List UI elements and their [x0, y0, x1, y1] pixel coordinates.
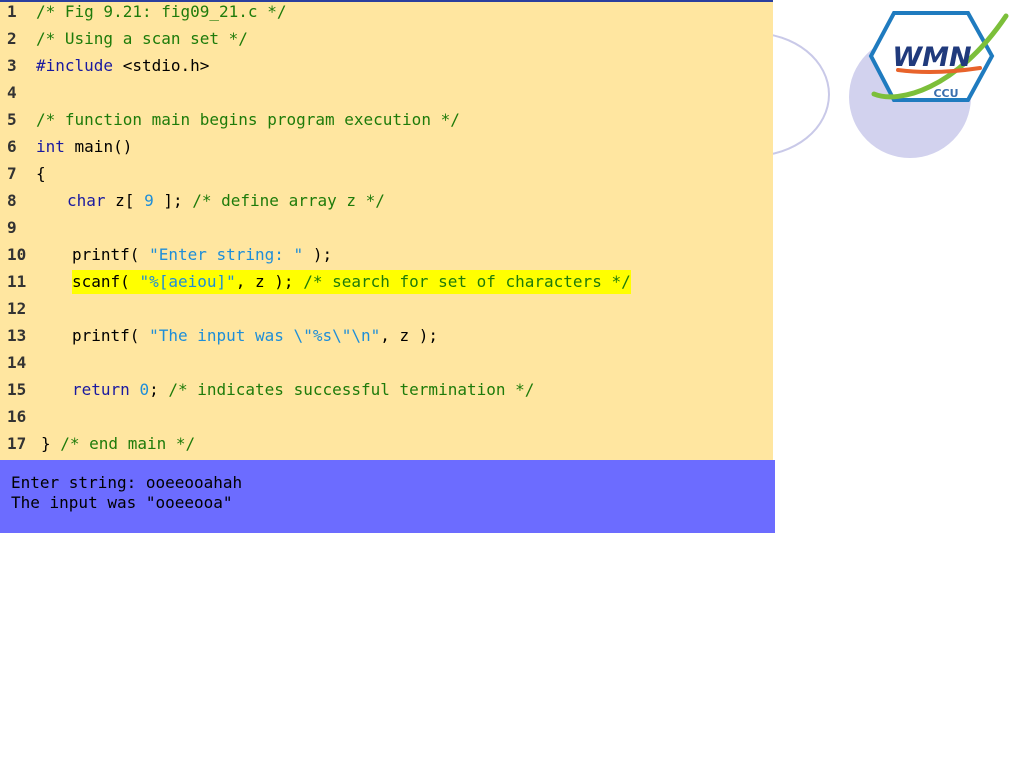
- line-number: 13: [7, 326, 27, 345]
- code-token: , z );: [235, 272, 304, 291]
- line-code: printf( "The input was \"%s\"\n", z );: [72, 324, 438, 348]
- code-token: 0: [139, 380, 150, 399]
- line-code: char z[ 9 ]; /* define array z */: [67, 189, 385, 213]
- code-token: }: [41, 434, 61, 453]
- output-line: Enter string: ooeeooahah: [11, 473, 243, 492]
- code-line: 15 return 0; /* indicates successful ter…: [0, 378, 534, 402]
- line-code: return 0; /* indicates successful termin…: [72, 378, 534, 402]
- line-number: 2: [7, 29, 17, 48]
- line-number: 10: [7, 245, 27, 264]
- line-number: 12: [7, 299, 27, 318]
- code-token: <stdio.h>: [113, 56, 210, 75]
- code-token: /* end main */: [60, 434, 196, 453]
- code-token: main(): [64, 137, 133, 156]
- code-token: #include: [36, 56, 114, 75]
- code-line: 17 } /* end main */: [0, 432, 195, 456]
- code-token: /* indicates successful termination */: [168, 380, 535, 399]
- code-line: 4: [0, 81, 39, 105]
- code-token: 9: [144, 191, 154, 210]
- code-token: printf(: [72, 245, 150, 264]
- line-number: 3: [7, 56, 17, 75]
- code-token: char: [67, 191, 106, 210]
- code-line: 5 /* function main begins program execut…: [0, 108, 460, 132]
- code-token: /* function main begins program executio…: [36, 110, 460, 129]
- code-line: 8 char z[ 9 ]; /* define array z */: [0, 189, 385, 213]
- line-code: {: [36, 162, 46, 186]
- code-token: /* search for set of characters */: [303, 272, 631, 291]
- line-code: /* Fig 9.21: fig09_21.c */: [36, 0, 286, 24]
- line-code: /* function main begins program executio…: [36, 108, 460, 132]
- line-number: 4: [7, 83, 17, 102]
- line-code: #include <stdio.h>: [36, 54, 209, 78]
- code-line: 6 int main(): [0, 135, 132, 159]
- line-number: 8: [7, 191, 17, 210]
- code-token: int: [36, 137, 65, 156]
- code-token: );: [303, 245, 333, 264]
- code-token: , z );: [380, 326, 439, 345]
- code-token: ;: [149, 380, 169, 399]
- code-line: 2 /* Using a scan set */: [0, 27, 248, 51]
- code-line-highlighted: 11 scanf( "%[aeiou]", z ); /* search for…: [0, 270, 631, 294]
- line-number: 16: [7, 407, 27, 426]
- logo-top-text: WMN: [892, 42, 972, 73]
- code-token: z[: [105, 191, 145, 210]
- code-token: "%[aeiou]": [139, 272, 236, 291]
- line-number: 5: [7, 110, 17, 129]
- code-token: return: [72, 380, 130, 399]
- program-output-console: Enter string: ooeeooahah The input was "…: [0, 460, 775, 533]
- code-line: 9: [0, 216, 39, 240]
- code-token: /* define array z */: [192, 191, 385, 210]
- code-token: printf(: [72, 326, 150, 345]
- code-token: /* Fig 9.21: fig09_21.c */: [36, 2, 287, 21]
- code-token: {: [36, 164, 46, 183]
- logo-bottom-text: CCU: [933, 87, 958, 100]
- line-number: 14: [7, 353, 27, 372]
- code-listing-panel: 1 /* Fig 9.21: fig09_21.c */ 2 /* Using …: [0, 0, 773, 460]
- code-line: 14: [0, 351, 39, 375]
- line-code: int main(): [36, 135, 132, 159]
- wmn-ccu-logo: WMN CCU: [868, 11, 1009, 102]
- code-token: /* Using a scan set */: [36, 29, 248, 48]
- code-line: 3 #include <stdio.h>: [0, 54, 209, 78]
- output-line: The input was "ooeeooa": [11, 493, 233, 512]
- line-code: } /* end main */: [41, 432, 195, 456]
- code-line: 7 {: [0, 162, 46, 186]
- line-code: printf( "Enter string: " );: [72, 243, 332, 267]
- line-number: 7: [7, 164, 17, 183]
- code-token: scanf(: [72, 272, 140, 291]
- line-number: 15: [7, 380, 27, 399]
- line-number: 9: [7, 218, 17, 237]
- line-number: 6: [7, 137, 17, 156]
- code-line: 13 printf( "The input was \"%s\"\n", z )…: [0, 324, 438, 348]
- line-code: /* Using a scan set */: [36, 27, 248, 51]
- line-code-highlighted: scanf( "%[aeiou]", z ); /* search for se…: [72, 270, 631, 294]
- code-token: "The input was \"%s\"\n": [149, 326, 381, 345]
- code-token: ];: [153, 191, 193, 210]
- code-token: "Enter string: ": [149, 245, 304, 264]
- code-line: 12: [0, 297, 39, 321]
- code-line: 1 /* Fig 9.21: fig09_21.c */: [0, 0, 286, 24]
- line-number: 1: [7, 2, 17, 21]
- code-line: 16: [0, 405, 39, 429]
- line-number: 11: [7, 272, 27, 291]
- code-line: 10 printf( "Enter string: " );: [0, 243, 332, 267]
- line-number: 17: [7, 434, 27, 453]
